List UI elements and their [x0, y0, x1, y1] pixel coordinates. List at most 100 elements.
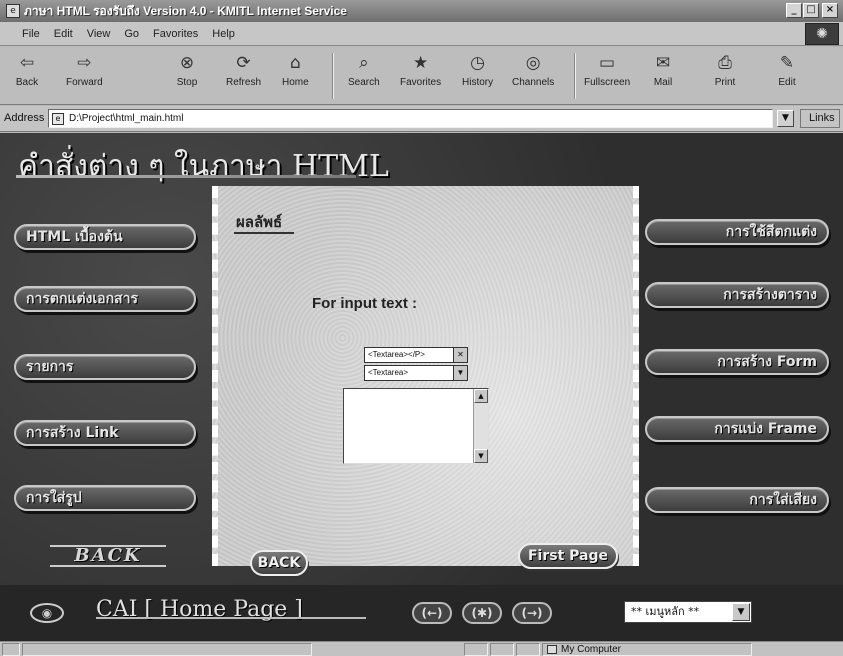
address-input[interactable]: D:\Project\html_main.html — [48, 109, 773, 128]
address-label: Address — [4, 112, 45, 124]
nav-insert-image-button[interactable]: การใส่รูป — [14, 485, 196, 511]
fullscreen-button[interactable]: ▭ Fullscreen — [584, 51, 630, 101]
channels-button[interactable]: ◎ Channels — [512, 51, 554, 101]
nav-html-basics-button[interactable]: HTML เบื้องต้น — [14, 224, 196, 250]
nav-frames-button[interactable]: การแบ่ง Frame — [645, 416, 829, 442]
status-zone-label: My Computer — [561, 644, 622, 655]
forward-button[interactable]: ⇨ Forward — [66, 51, 103, 101]
forward-arrow-icon: ⇨ — [77, 53, 92, 73]
scroll-down-icon[interactable]: ▼ — [474, 449, 488, 463]
mail-label: Mail — [653, 77, 673, 88]
main-menu-select-value: ** เมนูหลัก ** — [631, 605, 700, 618]
nav-create-table-button[interactable]: การสร้างตาราง — [645, 282, 829, 308]
demo-textarea[interactable]: ▲ ▼ — [343, 388, 489, 464]
status-cell — [464, 643, 488, 656]
nav-create-form-button[interactable]: การสร้าง Form — [645, 349, 829, 375]
input-caption: For input text : — [312, 295, 417, 312]
channels-icon: ◎ — [525, 53, 541, 73]
menu-file[interactable]: File — [22, 28, 40, 40]
eye-logo-icon: ◉ — [30, 603, 64, 623]
print-icon: ⎙ — [718, 53, 732, 73]
back-arrow-icon: ⇦ — [19, 53, 35, 73]
favorites-icon: ★ — [412, 53, 429, 73]
refresh-button[interactable]: ⟳ Refresh — [226, 51, 261, 101]
fullscreen-icon: ▭ — [599, 53, 616, 73]
back-label: Back — [15, 77, 39, 88]
menu-view[interactable]: View — [87, 28, 111, 40]
fullscreen-label: Fullscreen — [584, 77, 631, 88]
toolbar-separator — [332, 53, 334, 99]
channels-label: Channels — [512, 77, 555, 88]
status-cell — [516, 643, 540, 656]
history-icon: ◷ — [470, 53, 485, 73]
result-label: ผลลัพธ์ — [236, 213, 283, 231]
back-button[interactable]: ⇦ Back — [14, 51, 40, 101]
result-underline — [234, 232, 294, 234]
title-bar[interactable]: e ภาษา HTML รองรับถึง Version 4.0 - KMIT… — [0, 0, 843, 22]
toolbar: ⇦ Back ⇨ Forward ⊗ Stop ⟳ Refresh ⌂ Home… — [0, 47, 843, 105]
edit-icon: ✎ — [779, 53, 795, 73]
history-button[interactable]: ◷ History — [462, 51, 493, 101]
computer-icon — [547, 645, 557, 654]
home-button[interactable]: ⌂ Home — [282, 51, 309, 101]
next-arrow-icon[interactable]: (→) — [512, 602, 552, 624]
history-label: History — [462, 77, 494, 88]
menu-bar: File Edit View Go Favorites Help ✺ — [0, 22, 843, 46]
tag-select-2[interactable]: <Textarea> ▼ — [364, 365, 468, 381]
address-dropdown-button[interactable]: ▼ — [777, 110, 794, 127]
chevron-down-icon[interactable]: ▼ — [732, 603, 750, 621]
close-button[interactable]: × — [822, 3, 838, 18]
page-icon: e — [52, 113, 64, 125]
edit-label: Edit — [778, 77, 796, 88]
page-heading: คำสั่งต่าง ๆ ในภาษา HTML — [18, 149, 389, 184]
status-bar: My Computer — [0, 641, 843, 656]
nav-insert-sound-button[interactable]: การใส่เสียง — [645, 487, 829, 513]
links-button[interactable]: Links — [800, 109, 840, 128]
status-cell — [490, 643, 514, 656]
maximize-button[interactable]: □ — [803, 3, 819, 18]
result-panel: ผลลัพธ์ For input text : <Textarea></P> … — [212, 186, 639, 576]
first-page-button[interactable]: First Page — [518, 543, 618, 569]
nav-document-formatting-button[interactable]: การตกแต่งเอกสาร — [14, 286, 196, 312]
mail-button[interactable]: ✉ Mail — [650, 51, 676, 101]
page-content: คำสั่งต่าง ๆ ในภาษา HTML HTML เบื้องต้น … — [0, 133, 843, 641]
prev-arrow-icon[interactable]: (←) — [412, 602, 452, 624]
tag-select-1-value: <Textarea></P> — [368, 350, 425, 359]
back-button-panel[interactable]: BACK — [250, 550, 308, 576]
dropdown-arrow-icon[interactable]: ▼ — [453, 365, 468, 381]
stop-button[interactable]: ⊗ Stop — [174, 51, 200, 101]
home-label: Home — [282, 77, 309, 88]
ie-app-icon[interactable]: e — [6, 4, 20, 18]
menu-help[interactable]: Help — [212, 28, 235, 40]
bottom-title-underline — [96, 617, 366, 619]
nav-create-link-button[interactable]: การสร้าง Link — [14, 420, 196, 446]
edit-button[interactable]: ✎ Edit — [774, 51, 800, 101]
menu-edit[interactable]: Edit — [54, 28, 73, 40]
window-title: ภาษา HTML รองรับถึง Version 4.0 - KMITL … — [24, 3, 347, 18]
status-page-icon — [2, 643, 20, 656]
bottom-nav-bar: ◉ CAI [ Home Page ] (←) (✱) (→) ** เมนูห… — [0, 585, 843, 641]
print-label: Print — [714, 77, 736, 88]
minimize-button[interactable]: _ — [786, 3, 802, 18]
search-button[interactable]: ⌕ Search — [348, 51, 380, 101]
back-banner-button[interactable]: BACK — [50, 545, 166, 567]
textarea-scrollbar[interactable]: ▲ ▼ — [473, 389, 488, 463]
menu-go[interactable]: Go — [124, 28, 139, 40]
scroll-up-icon[interactable]: ▲ — [474, 389, 488, 403]
print-button[interactable]: ⎙ Print — [712, 51, 738, 101]
home-icon: ⌂ — [289, 53, 301, 73]
dropdown-arrow-icon[interactable]: ✕ — [453, 347, 468, 363]
tag-select-2-value: <Textarea> — [368, 368, 409, 377]
nav-lists-button[interactable]: รายการ — [14, 354, 196, 380]
home-star-icon[interactable]: (✱) — [462, 602, 502, 624]
heading-underline — [16, 175, 356, 178]
tag-select-1[interactable]: <Textarea></P> ✕ — [364, 347, 468, 363]
menu-favorites[interactable]: Favorites — [153, 28, 198, 40]
refresh-icon: ⟳ — [236, 53, 251, 73]
refresh-label: Refresh — [226, 77, 262, 88]
ie-throbber-icon: ✺ — [805, 23, 839, 45]
main-menu-select[interactable]: ** เมนูหลัก ** ▼ — [624, 601, 752, 623]
favorites-button[interactable]: ★ Favorites — [400, 51, 441, 101]
nav-color-styling-button[interactable]: การใช้สีตกแต่ง — [645, 219, 829, 245]
stop-icon: ⊗ — [179, 53, 195, 73]
